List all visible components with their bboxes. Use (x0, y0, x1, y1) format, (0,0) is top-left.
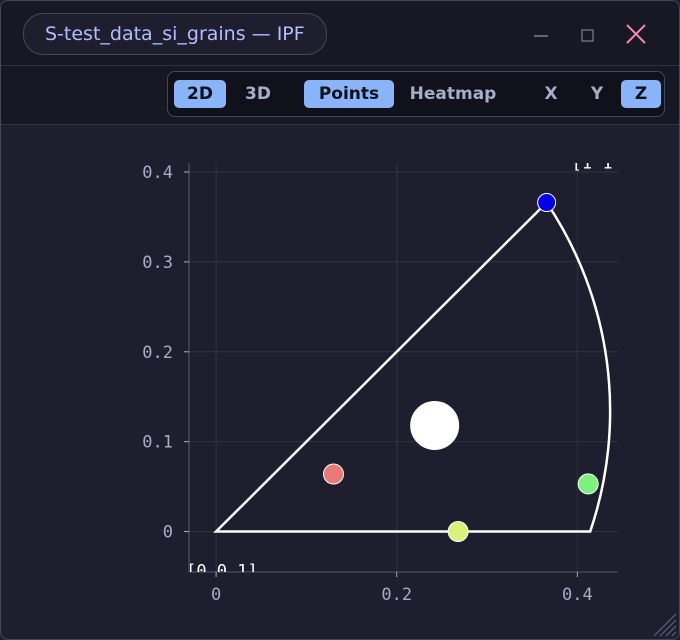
window-title: S-test_data_si_grains — IPF (23, 13, 327, 55)
axis-y-button[interactable]: Y (577, 80, 617, 108)
y-tick-label: 0.3 (142, 253, 173, 273)
maximize-button[interactable] (573, 19, 603, 49)
x-tick-label: 0.2 (381, 585, 412, 605)
close-icon (626, 24, 646, 44)
y-tick-label: 0.4 (142, 163, 173, 183)
corner-label-111: [1 1 1] (572, 154, 644, 174)
points-mode-button[interactable]: Points (304, 80, 394, 108)
toolbar: 2D 3D Points Heatmap X Y Z (1, 66, 679, 125)
data-point (577, 473, 599, 495)
plot-area: 0 0.2 0.4 0 0.1 0.2 0.3 0.4 [0 0 1] [1 1 1] (1, 125, 679, 639)
data-point (323, 463, 345, 485)
minimize-button[interactable] (526, 19, 556, 49)
data-point (537, 193, 557, 213)
plot-background (189, 163, 618, 572)
x-tick-label: 0.4 (562, 585, 593, 605)
minimize-icon (534, 35, 548, 37)
title-bar: S-test_data_si_grains — IPF (1, 1, 679, 66)
close-button[interactable] (621, 19, 651, 49)
corner-label-001: [0 0 1] (186, 562, 258, 582)
axis-z-button[interactable]: Z (621, 80, 661, 108)
view-controls: 2D 3D Points Heatmap X Y Z (167, 71, 665, 117)
data-point (447, 521, 469, 543)
y-tick-label: 0.2 (142, 343, 173, 363)
heatmap-mode-button[interactable]: Heatmap (402, 80, 504, 108)
maximize-icon (581, 29, 594, 42)
view-3d-button[interactable]: 3D (232, 80, 284, 108)
y-tick-label: 0.1 (142, 433, 173, 453)
ipf-window: S-test_data_si_grains — IPF 2D 3D Points… (0, 0, 680, 640)
y-tick-label: 0 (163, 523, 173, 543)
view-2d-button[interactable]: 2D (174, 80, 226, 108)
data-point (410, 400, 460, 450)
x-tick-label: 0 (211, 585, 221, 605)
resize-grip-icon[interactable] (649, 609, 677, 637)
axis-x-button[interactable]: X (531, 80, 571, 108)
ipf-chart[interactable]: 0 0.2 0.4 0 0.1 0.2 0.3 0.4 [0 0 1] [1 1 1] (1, 125, 679, 639)
